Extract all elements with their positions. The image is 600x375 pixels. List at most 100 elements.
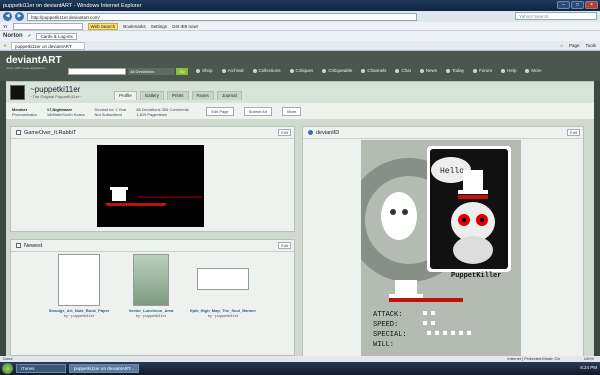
clock: 8:24 PM bbox=[580, 365, 597, 370]
minimize-button[interactable]: – bbox=[557, 1, 570, 9]
nav-critiques[interactable]: Critiques bbox=[289, 68, 313, 73]
more-button[interactable]: More bbox=[282, 107, 302, 116]
thumbnail-luncheon bbox=[133, 254, 169, 306]
taskbar: iTunes puppetki11er on deviantART... 8:2… bbox=[0, 362, 600, 375]
deviantid-panel-header: deviantID Edit bbox=[303, 127, 583, 139]
forward-icon[interactable]: ▶ bbox=[15, 12, 24, 21]
yahoo-toolbar: Y! Web Search Bookmarks Settings Get IE8… bbox=[0, 22, 600, 31]
stat-attack: ATTACK: bbox=[373, 311, 402, 319]
toolbar-search-input[interactable] bbox=[12, 22, 83, 30]
newest-panel-header: Newest Edit bbox=[11, 240, 294, 252]
collections-icon bbox=[252, 68, 257, 73]
logo-text: deviantART bbox=[6, 55, 62, 66]
nav-today[interactable]: Today bbox=[446, 68, 464, 73]
submit-art-button[interactable]: Submit Art bbox=[243, 107, 273, 116]
tab-profile[interactable]: Profile bbox=[114, 91, 137, 100]
da-search-input[interactable] bbox=[68, 68, 126, 75]
maximize-button[interactable]: □ bbox=[571, 1, 584, 9]
favorites-star-icon[interactable]: ★ bbox=[3, 43, 7, 49]
item-author[interactable]: by ~puppetki11er bbox=[208, 313, 239, 318]
stat-speed: SPEED: bbox=[373, 321, 398, 329]
browser-search-input[interactable]: Yahoo! Search bbox=[515, 12, 597, 20]
tab-faves[interactable]: Faves bbox=[191, 91, 214, 100]
back-icon[interactable]: ◀ bbox=[3, 12, 12, 21]
deviantid-artwork: Hello PuppetKiller ATTACK: SPEED: SPECIA… bbox=[361, 140, 521, 362]
tab-prints[interactable]: Prints bbox=[167, 91, 189, 100]
help-icon bbox=[501, 68, 506, 73]
nav-channels[interactable]: Channels bbox=[361, 68, 386, 73]
newest-item[interactable]: Epik_High_Map_The_Soul_Banner by ~puppet… bbox=[190, 254, 256, 318]
nav-news[interactable]: News bbox=[419, 68, 437, 73]
item-author[interactable]: by ~puppetki11er bbox=[136, 313, 167, 318]
deviantart-logo[interactable]: deviantART where ART meets application! bbox=[6, 55, 62, 70]
avatar[interactable] bbox=[10, 85, 25, 100]
game-edit-button[interactable]: Edit bbox=[278, 129, 291, 136]
close-button[interactable]: × bbox=[585, 1, 598, 9]
tab-gallery[interactable]: Gallery bbox=[139, 91, 165, 100]
member-sub: Procrastinator bbox=[12, 111, 37, 117]
gallery-icon bbox=[16, 243, 21, 248]
status-text: Done bbox=[3, 356, 13, 361]
character-name: PuppetKiller bbox=[451, 272, 501, 280]
start-button[interactable] bbox=[2, 363, 13, 374]
taskbar-browser[interactable]: puppetki11er on deviantART... bbox=[69, 364, 139, 373]
shop-icon bbox=[196, 68, 200, 73]
scope-select[interactable]: All Deviations bbox=[128, 68, 174, 75]
username[interactable]: ~puppetki11er bbox=[30, 85, 80, 94]
window-titlebar: puppetki11er on deviantART - Windows Int… bbox=[0, 0, 600, 11]
tools-menu[interactable]: Tools bbox=[585, 43, 596, 48]
newest-grid: Smudge_Art_Note_Book_Paper by ~puppetki1… bbox=[11, 254, 294, 318]
game-panel: GameOver_It.RabbiT Edit bbox=[10, 126, 295, 232]
address-input[interactable]: http://puppetki11er.deviantart.com/ bbox=[27, 12, 417, 21]
edit-page-button[interactable]: Edit Page bbox=[206, 107, 234, 116]
game-image[interactable] bbox=[97, 145, 204, 227]
cards-login-button[interactable]: Cards & Log-ins bbox=[36, 32, 77, 40]
logo-subtitle: where ART meets application! bbox=[6, 66, 46, 70]
forum-icon bbox=[473, 68, 478, 73]
stat-special: SPECIAL: bbox=[373, 331, 407, 339]
nav-critiqueable[interactable]: Critiqueable bbox=[322, 68, 352, 73]
get-ie8-link[interactable]: Get IE8 now! bbox=[172, 24, 198, 29]
member-block: Member Procrastinator bbox=[12, 107, 37, 117]
nav-more[interactable]: More bbox=[525, 68, 542, 73]
deviantid-panel: deviantID Edit Hello PuppetKiller ATTACK… bbox=[302, 126, 584, 362]
tagline: ~The Original PuppetKi11er~ bbox=[30, 94, 82, 99]
bookmarks-button[interactable]: Bookmarks bbox=[123, 24, 146, 29]
nav-help[interactable]: Help bbox=[501, 68, 516, 73]
go-button[interactable]: Go bbox=[176, 68, 188, 75]
nav-chat[interactable]: Chat bbox=[395, 68, 411, 73]
news-icon bbox=[419, 68, 424, 73]
deviantid-edit-button[interactable]: Edit bbox=[567, 129, 580, 136]
web-search-button[interactable]: Web Search bbox=[87, 22, 119, 30]
profile-tabs: Profile Gallery Prints Faves Journal bbox=[114, 91, 242, 100]
tab-deviantart[interactable]: puppetki11er on deviantART bbox=[11, 41, 85, 50]
nav-archival[interactable]: Archival bbox=[221, 68, 244, 73]
newest-item[interactable]: Vector_Luncheon_Area by ~puppetki11er bbox=[119, 254, 183, 318]
command-bar: ⌂ Page Tools bbox=[560, 43, 596, 48]
subscribed-status: Not Subscribed bbox=[94, 111, 122, 117]
location-text: 18/Male/South Korea bbox=[46, 111, 85, 117]
nav-shop[interactable]: Shop bbox=[196, 68, 213, 73]
tab-bar: ★ puppetki11er on deviantART ⌂ Page Tool… bbox=[0, 41, 600, 51]
deviantid-panel-title: deviantID bbox=[316, 129, 340, 136]
address-bar-row: ◀ ▶ http://puppetki11er.deviantart.com/ … bbox=[0, 11, 600, 22]
deviantid-image[interactable]: Hello PuppetKiller ATTACK: SPEED: SPECIA… bbox=[361, 140, 521, 362]
settings-button[interactable]: Settings bbox=[151, 24, 167, 29]
nav-forum[interactable]: Forum bbox=[473, 68, 492, 73]
norton-toolbar: Norton ✔ Cards & Log-ins bbox=[0, 31, 600, 41]
speech-text: Hello bbox=[440, 167, 464, 176]
channels-icon bbox=[361, 68, 366, 73]
newest-item[interactable]: Smudge_Art_Note_Book_Paper by ~puppetki1… bbox=[47, 254, 111, 318]
norton-check-icon[interactable]: ✔ bbox=[28, 33, 32, 39]
item-author[interactable]: by ~puppetki11er bbox=[64, 313, 95, 318]
tab-journal[interactable]: Journal bbox=[216, 91, 242, 100]
taskbar-itunes[interactable]: iTunes bbox=[16, 364, 66, 373]
home-icon[interactable]: ⌂ bbox=[560, 43, 563, 48]
info-icon bbox=[308, 130, 313, 135]
profile-stats-bar: Member Procrastinator 17,Nightmare 18/Male… bbox=[6, 103, 594, 120]
yahoo-logo-icon: Y! bbox=[3, 23, 8, 29]
newest-edit-button[interactable]: Edit bbox=[278, 242, 291, 249]
stats-count: 85 Deviations 306 Comments 1,819 Pagevie… bbox=[136, 106, 189, 117]
page-menu[interactable]: Page bbox=[569, 43, 580, 48]
nav-collections[interactable]: Collections bbox=[252, 68, 281, 73]
